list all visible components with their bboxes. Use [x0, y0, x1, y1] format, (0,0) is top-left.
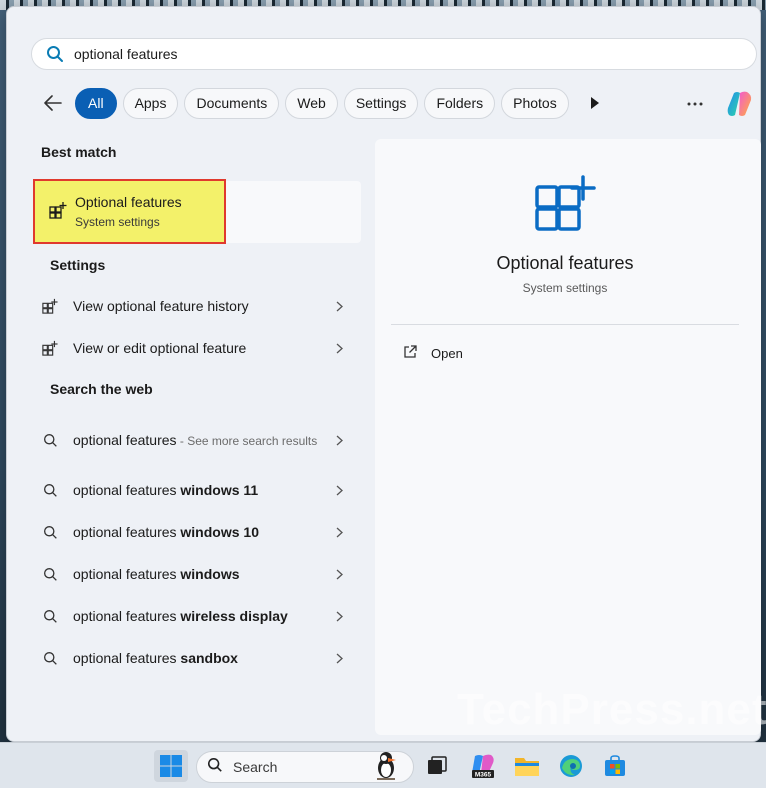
preview-subtitle: System settings — [522, 281, 608, 295]
chevron-right-icon — [333, 343, 345, 354]
file-explorer-icon[interactable] — [510, 750, 544, 782]
search-web-heading: Search the web — [50, 381, 153, 397]
chevron-right-icon — [333, 611, 345, 622]
optional-features-icon — [535, 175, 597, 238]
search-icon — [46, 45, 64, 63]
open-label: Open — [431, 346, 463, 361]
watermark: TechPress.net — [457, 685, 766, 734]
filter-row: All Apps Documents Web Settings Folders … — [37, 86, 757, 120]
divider — [391, 324, 739, 325]
filter-folders[interactable]: Folders — [424, 87, 496, 119]
chevron-right-icon — [333, 301, 345, 312]
search-icon — [41, 565, 59, 583]
task-view-icon[interactable] — [420, 750, 454, 782]
search-icon — [41, 649, 59, 667]
filter-web[interactable]: Web — [285, 87, 338, 119]
search-icon — [41, 481, 59, 499]
m365-badge: M365 — [475, 772, 492, 779]
web-result-item[interactable]: optional features - See more search resu… — [41, 417, 361, 463]
web-result-label: optional features wireless display — [73, 608, 288, 624]
edge-browser-icon[interactable] — [554, 750, 588, 782]
web-result-item[interactable]: optional features wireless display — [41, 597, 361, 635]
settings-heading: Settings — [50, 257, 106, 273]
puffin-icon — [369, 748, 403, 787]
web-result-label: optional features sandbox — [73, 650, 238, 666]
taskbar: Search M365 — [0, 742, 766, 788]
web-result-item[interactable]: optional features windows — [41, 555, 361, 593]
optional-features-icon — [41, 297, 59, 315]
open-button[interactable]: Open — [403, 345, 463, 362]
chevron-right-icon — [333, 527, 345, 538]
taskbar-search[interactable]: Search — [196, 751, 414, 783]
chevron-right-icon — [333, 485, 345, 496]
more-options-icon[interactable] — [683, 94, 707, 114]
play-icon[interactable] — [583, 91, 607, 115]
settings-item-label: View or edit optional feature — [73, 340, 247, 356]
web-result-item[interactable]: optional features sandbox — [41, 639, 361, 677]
chevron-right-icon — [333, 569, 345, 580]
web-result-item[interactable]: optional features windows 10 — [41, 513, 361, 551]
microsoft-store-icon[interactable] — [598, 750, 632, 782]
copilot-icon[interactable] — [725, 90, 755, 118]
optional-features-icon — [49, 201, 67, 224]
m365-icon[interactable]: M365 — [466, 750, 500, 782]
best-match-heading: Best match — [41, 144, 117, 160]
web-result-label: optional features - See more search resu… — [73, 431, 318, 448]
search-input[interactable] — [74, 46, 674, 62]
back-arrow-icon[interactable] — [37, 87, 69, 119]
start-button[interactable] — [154, 750, 188, 782]
search-icon — [207, 757, 223, 778]
optional-features-icon — [41, 339, 59, 357]
best-match-subtitle: System settings — [75, 215, 160, 229]
chevron-right-icon — [333, 653, 345, 664]
filter-documents[interactable]: Documents — [184, 87, 280, 119]
best-match-title: Optional features — [75, 194, 182, 210]
web-result-label: optional features windows 10 — [73, 524, 259, 540]
chevron-right-icon — [333, 435, 345, 446]
filter-settings[interactable]: Settings — [343, 87, 419, 119]
search-icon — [41, 607, 59, 625]
settings-item-edit[interactable]: View or edit optional feature — [41, 329, 361, 367]
filter-photos[interactable]: Photos — [501, 87, 569, 119]
filter-all[interactable]: All — [75, 87, 117, 119]
preview-title: Optional features — [496, 253, 634, 273]
search-panel: All Apps Documents Web Settings Folders … — [6, 6, 766, 742]
search-box[interactable] — [31, 38, 757, 70]
web-result-label: optional features windows 11 — [73, 482, 259, 498]
preview-pane: Optional features System settings Open — [375, 139, 761, 735]
filter-apps[interactable]: Apps — [122, 87, 179, 119]
settings-item-label: View optional feature history — [73, 298, 249, 314]
open-external-icon — [403, 345, 417, 362]
search-icon — [41, 523, 59, 541]
settings-item-history[interactable]: View optional feature history — [41, 287, 361, 325]
search-icon — [41, 431, 59, 449]
taskbar-search-label: Search — [233, 759, 278, 775]
web-result-item[interactable]: optional features windows 11 — [41, 471, 361, 509]
web-result-label: optional features windows — [73, 566, 240, 582]
